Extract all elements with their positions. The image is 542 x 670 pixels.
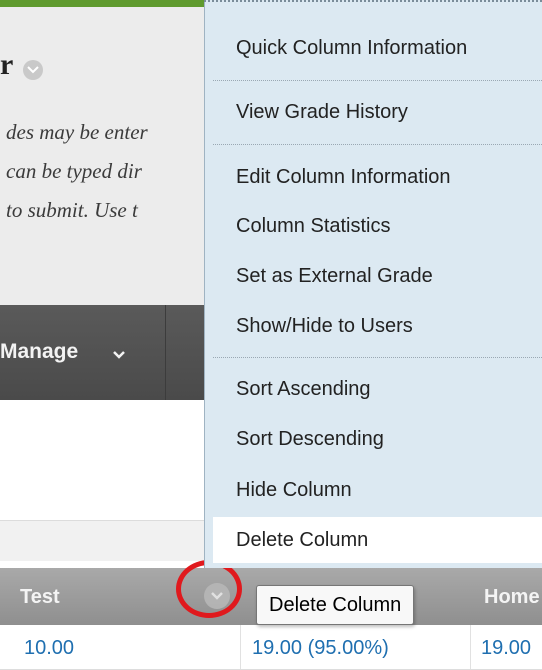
top-accent-bar <box>0 0 206 7</box>
cell-divider <box>240 625 241 669</box>
instructions-line: can be typed dir <box>6 159 142 183</box>
grade-cell[interactable]: 10.00 <box>24 637 74 660</box>
column-header-test[interactable]: Test <box>20 586 60 609</box>
instructions-line: to submit. Use t <box>6 198 138 222</box>
chevron-down-icon[interactable] <box>23 60 43 80</box>
manage-menu-button[interactable]: Manage <box>0 340 78 364</box>
grade-cell[interactable]: 19.00 (95.00%) <box>252 637 389 660</box>
menu-item-show-hide-to-users[interactable]: Show/Hide to Users <box>213 303 542 349</box>
menu-top-border <box>204 0 542 4</box>
menu-item-hide-column[interactable]: Hide Column <box>213 467 542 513</box>
instructions-panel <box>0 7 206 306</box>
column-header-home[interactable]: Home <box>484 586 540 609</box>
cell-divider <box>470 625 471 669</box>
menu-item-sort-descending[interactable]: Sort Descending <box>213 416 542 462</box>
menu-item-sort-ascending[interactable]: Sort Ascending <box>213 366 542 412</box>
menu-item-column-statistics[interactable]: Column Statistics <box>213 203 542 249</box>
table-toolbar <box>0 520 206 561</box>
menu-item-view-grade-history[interactable]: View Grade History <box>213 89 542 135</box>
grade-cell[interactable]: 19.00 <box>481 637 531 660</box>
menu-divider <box>213 357 542 358</box>
chevron-down-icon[interactable] <box>112 347 126 365</box>
menu-item-quick-column-information[interactable]: Quick Column Information <box>213 25 542 71</box>
menu-divider <box>213 80 542 81</box>
highlight-circle <box>176 560 242 618</box>
menu-item-edit-column-information[interactable]: Edit Column Information <box>213 154 542 200</box>
panel-title: r <box>0 48 14 81</box>
action-bar-divider <box>165 305 166 400</box>
menu-item-set-as-external-grade[interactable]: Set as External Grade <box>213 253 542 299</box>
instructions-line: des may be enter <box>6 120 148 144</box>
tooltip: Delete Column <box>256 585 415 625</box>
menu-item-delete-column[interactable]: Delete Column <box>213 517 542 563</box>
menu-divider <box>213 144 542 145</box>
